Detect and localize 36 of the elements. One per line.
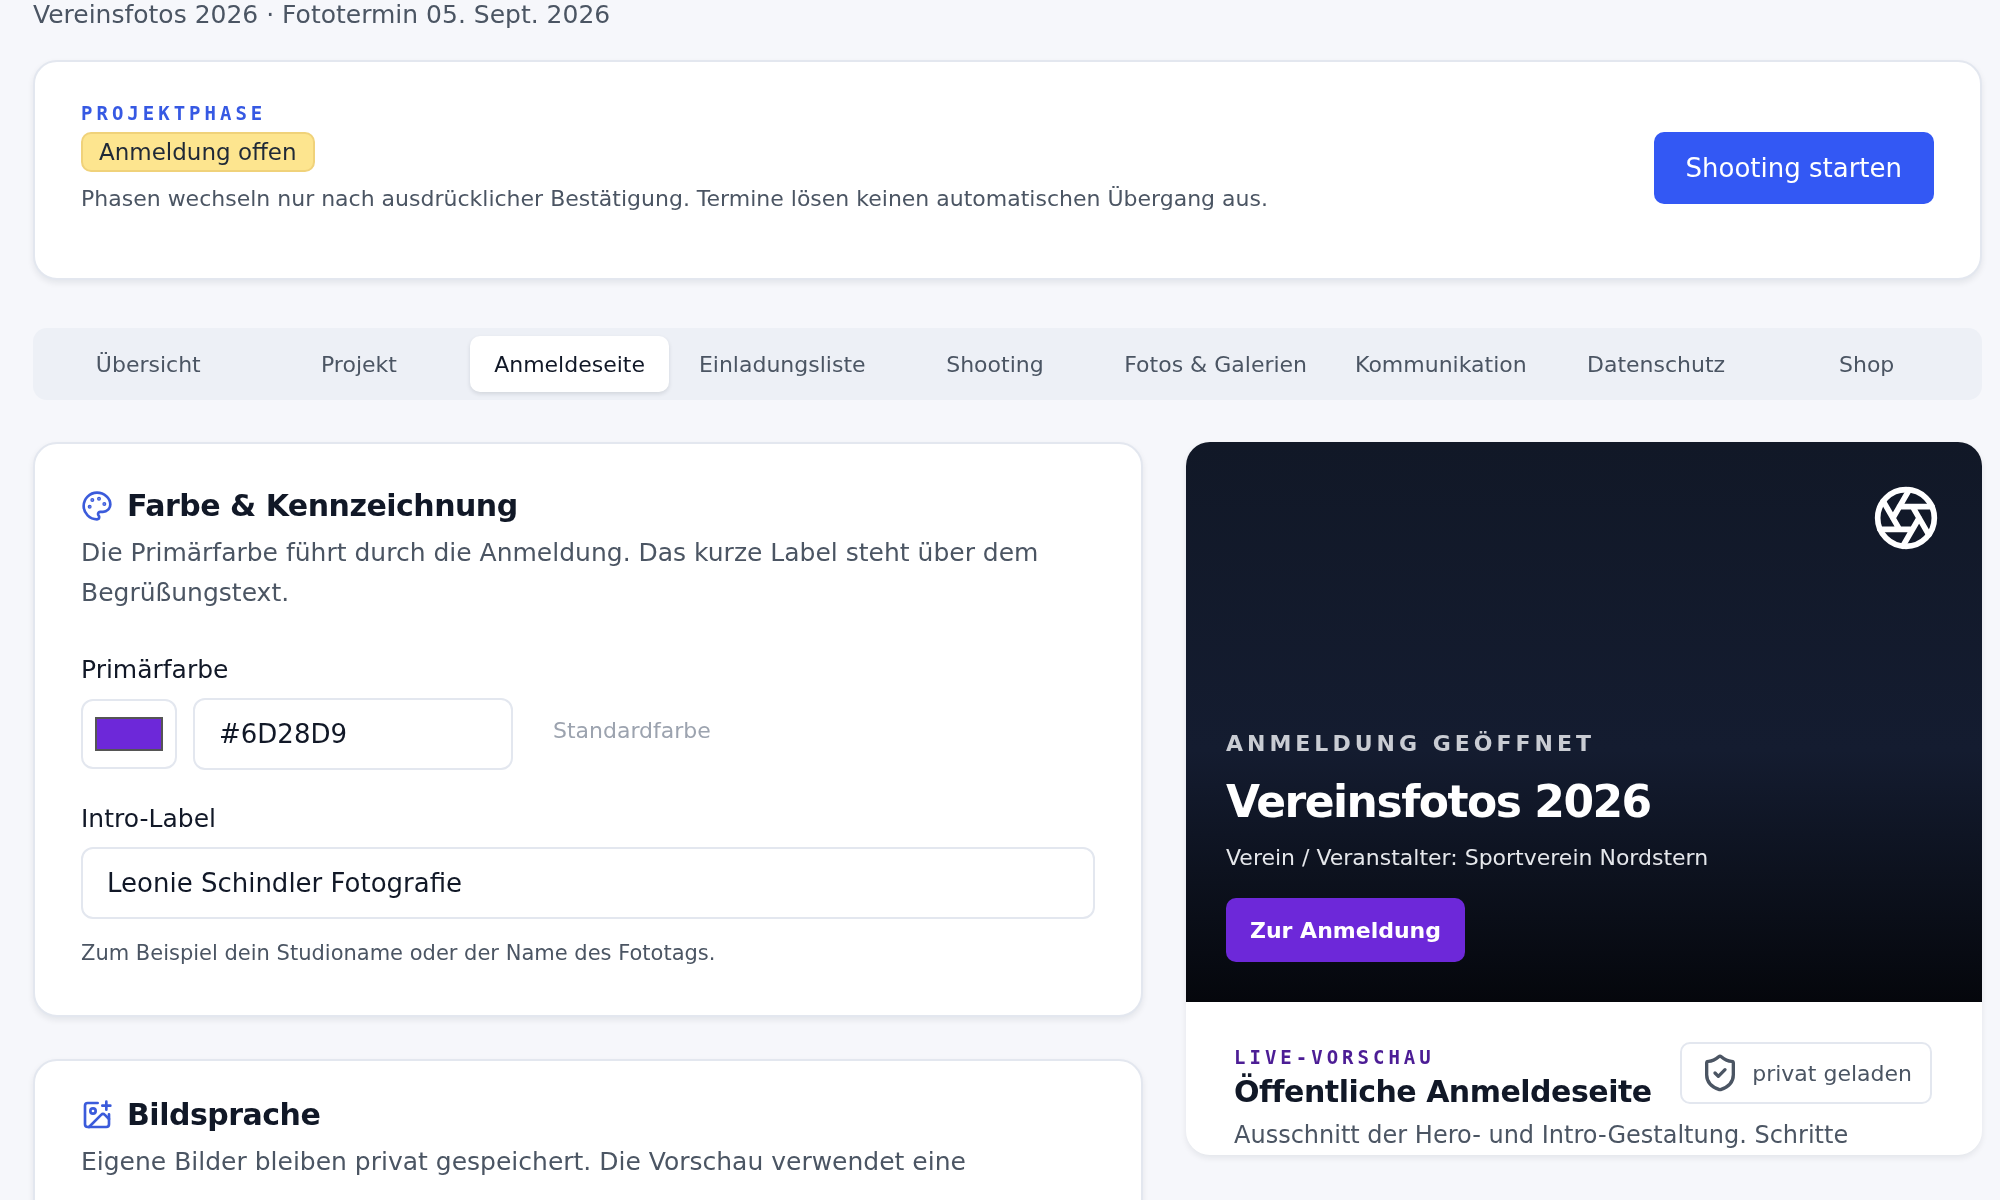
register-button[interactable]: Zur Anmeldung <box>1226 898 1466 962</box>
field-hint: Zum Beispiel dein Studioname oder der Name des Fototags. <box>81 941 716 965</box>
tab[interactable]: Shooting <box>922 336 1068 392</box>
image-plus-icon <box>81 1098 113 1131</box>
field-label: Primärfarbe <box>81 655 229 684</box>
section-label: PROJEKTPHASE <box>81 102 267 124</box>
color-swatch <box>95 717 163 751</box>
badge-text: privat geladen <box>1752 1060 1912 1086</box>
tab[interactable]: Anmeldeseite <box>470 336 669 392</box>
tab[interactable]: Datenschutz <box>1562 336 1750 392</box>
card-description: Eigene Bilder bleiben privat gespeichert. Die Vorschau verwendet eine <box>81 1146 966 1178</box>
hero-eyebrow: ANMELDUNG GEÖFFNET <box>1226 731 1595 756</box>
field-label: Intro-Label <box>81 804 216 833</box>
card-title: Bildsprache <box>127 1097 321 1132</box>
hero-organizer: Verein / Veranstalter: Sportverein Nordstern <box>1226 845 1709 870</box>
section-label: LIVE-VORSCHAU <box>1234 1046 1436 1068</box>
intro-label-input-field[interactable]: Leonie Schindler Fotografie <box>81 847 1095 919</box>
hero-title: Vereinsfotos 2026 <box>1226 776 1651 827</box>
phase-note: Phasen wechseln nur nach ausdrücklicher Bestätigung. Termine lösen keinen automatischen Übergang aus. <box>81 186 1268 211</box>
status-badge: Anmeldung offen <box>81 132 315 172</box>
preview-description: Ausschnitt der Hero- und Intro-Gestaltung. Schritte <box>1234 1120 1850 1151</box>
palette-icon <box>81 489 113 522</box>
aperture-icon <box>1872 484 1940 552</box>
tab[interactable]: Projekt <box>297 336 421 392</box>
tab[interactable]: Shop <box>1815 336 1919 392</box>
preview-title: Öffentliche Anmeldeseite <box>1234 1074 1652 1109</box>
card-description: Die Primärfarbe führt durch die Anmeldung. Das kurze Label steht über dem Begrüßungstext. <box>81 537 1040 609</box>
page-subtitle: Vereinsfotos 2026 · Fototermin 05. Sept. 2026 <box>33 0 612 30</box>
tab[interactable]: Übersicht <box>71 336 225 392</box>
card-title: Farbe & Kennzeichnung <box>127 488 518 523</box>
tab[interactable]: Kommunikation <box>1331 336 1551 392</box>
hex-input-field[interactable]: #6D28D9 <box>193 698 513 770</box>
tab[interactable]: Einladungsliste <box>674 336 890 392</box>
tab[interactable]: Fotos & Galerien <box>1100 336 1332 392</box>
color-picker[interactable] <box>81 699 177 769</box>
start-shooting-button[interactable]: Shooting starten <box>1653 132 1934 204</box>
